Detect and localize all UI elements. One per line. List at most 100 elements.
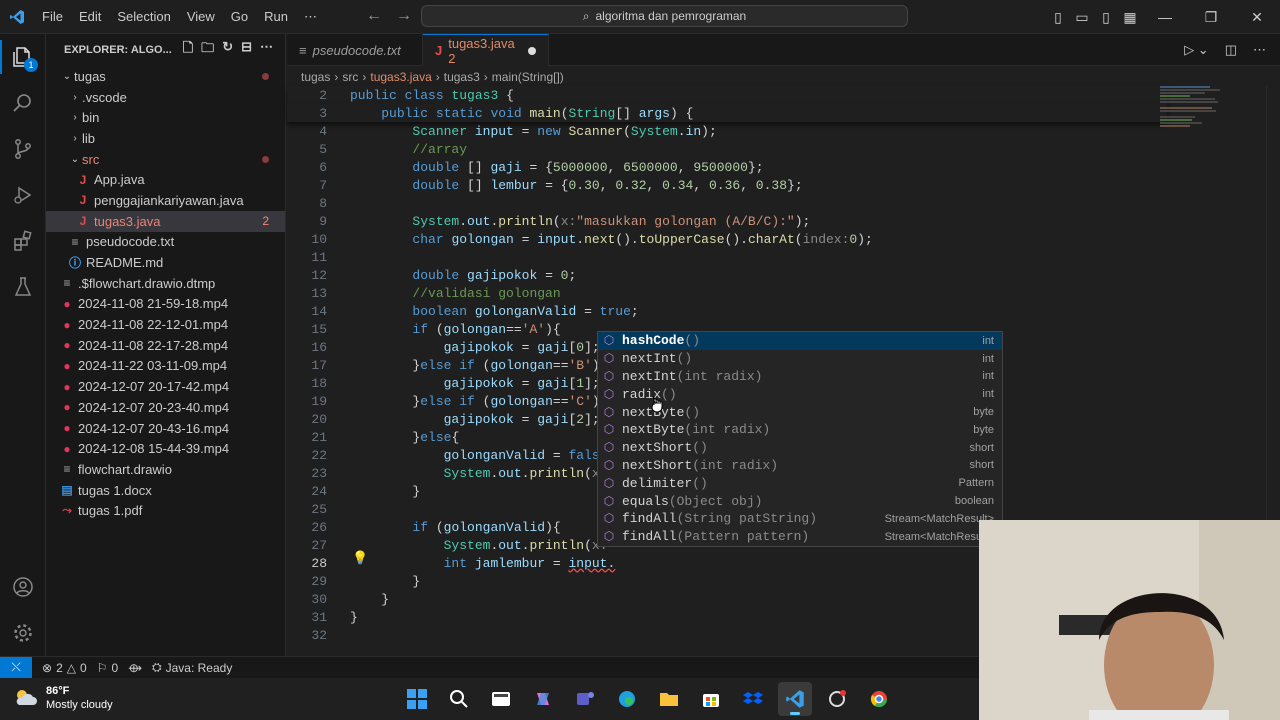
tree-item[interactable]: ● 2024-12-07 20-17-42.mp4 (46, 376, 285, 397)
tree-item[interactable]: ● 2024-11-08 21-59-18.mp4 (46, 294, 285, 315)
tree-item[interactable]: ≡ .$flowchart.drawio.dtmp (46, 273, 285, 294)
toggle-secondary-sidebar-icon[interactable]: ▯ (1094, 9, 1118, 26)
taskbar-search-icon[interactable] (442, 682, 476, 716)
tree-item[interactable]: › bin (46, 107, 285, 128)
code-line[interactable]: 8 (287, 194, 1167, 212)
code-line[interactable]: 10 char golongan = input.next().toUpperC… (287, 230, 1167, 248)
tree-item[interactable]: J App.java (46, 169, 285, 190)
back-arrow-icon[interactable]: ← (366, 7, 382, 25)
refresh-icon[interactable]: ↻ (222, 39, 233, 61)
tree-item[interactable]: ⌄ src (46, 149, 285, 170)
code-line[interactable]: 3 public static void main(String[] args)… (287, 104, 1167, 122)
chrome-icon[interactable] (862, 682, 896, 716)
app-icon[interactable] (820, 682, 854, 716)
restore-icon[interactable]: ❐ (1188, 9, 1234, 26)
code-line[interactable]: 14 boolean golonganValid = true; (287, 302, 1167, 320)
weather-widget[interactable]: 86°F Mostly cloudy (14, 684, 113, 712)
customize-layout-icon[interactable]: ▦ (1118, 9, 1142, 26)
suggestion-item[interactable]: ⬡ nextShort (int radix) short (598, 457, 1002, 475)
unsaved-dot-icon[interactable] (528, 46, 536, 55)
code-line[interactable]: 12 double gajipokok = 0; (287, 266, 1167, 284)
suggestion-item[interactable]: ⬡ nextByte (int radix) byte (598, 421, 1002, 439)
run-debug-icon[interactable] (0, 172, 46, 218)
suggestion-item[interactable]: ⬡ findAll (String patString) Stream<MatchRe… (598, 510, 1002, 528)
tree-item[interactable]: ≡ pseudocode.txt (46, 232, 285, 253)
tree-item[interactable]: ● 2024-12-08 15-44-39.mp4 (46, 438, 285, 459)
java-status[interactable]: ⛭ Java: Ready (152, 660, 232, 675)
minimize-icon[interactable]: — (1142, 9, 1188, 25)
suggestion-item[interactable]: ⬡ delimiter() Pattern (598, 474, 1002, 492)
explorer-icon[interactable]: 1 (0, 34, 46, 80)
suggestion-item[interactable]: ⬡ nextInt() int (598, 350, 1002, 368)
suggestion-item[interactable]: ⬡ findAll (Pattern pattern) Stream<MatchRes… (598, 528, 1002, 546)
menu-item[interactable]: Selection (109, 0, 178, 34)
close-icon[interactable]: ✕ (1234, 9, 1280, 26)
teams-icon[interactable] (568, 682, 602, 716)
breadcrumb-item[interactable]: tugas3.java (370, 70, 431, 84)
new-folder-icon[interactable]: 🗀 (201, 39, 214, 61)
more-actions-icon[interactable]: ⋯ (1253, 42, 1266, 58)
menu-item[interactable]: Edit (71, 0, 109, 34)
dropbox-icon[interactable] (736, 682, 770, 716)
vscode-taskbar-icon[interactable] (778, 682, 812, 716)
tree-item[interactable]: ● 2024-11-22 03-11-09.mp4 (46, 356, 285, 377)
store-icon[interactable] (694, 682, 728, 716)
breadcrumb-item[interactable]: tugas3 (444, 70, 480, 84)
code-line[interactable]: 2 public class tugas3 { (287, 86, 1167, 104)
tree-item[interactable]: ● 2024-12-07 20-43-16.mp4 (46, 418, 285, 439)
code-line[interactable]: 13 //validasi golongan (287, 284, 1167, 302)
remote-indicator-icon[interactable]: ⤬ (0, 656, 32, 679)
menu-item[interactable]: File (34, 0, 71, 34)
suggestion-item[interactable]: ⬡ equals (Object obj) boolean (598, 492, 1002, 510)
command-center-search[interactable]: ⌕ algoritma dan pemrograman (421, 5, 908, 27)
breadcrumb-item[interactable]: tugas (301, 70, 330, 84)
breadcrumb-item[interactable]: main(String[]) (492, 70, 564, 84)
menu-item[interactable]: Go (223, 0, 256, 34)
extensions-icon[interactable] (0, 218, 46, 264)
suggestion-item[interactable]: ⬡ nextShort() short (598, 439, 1002, 457)
start-icon[interactable] (400, 682, 434, 716)
tree-item[interactable]: ● 2024-11-08 22-17-28.mp4 (46, 335, 285, 356)
run-icon[interactable]: ▷ ⌄ (1184, 42, 1209, 58)
tree-item[interactable]: ⤳ tugas 1.pdf (46, 500, 285, 521)
task-view-icon[interactable] (484, 682, 518, 716)
code-line[interactable]: 9 System.out.println(x:"masukkan golonga… (287, 212, 1167, 230)
file-explorer-icon[interactable] (652, 682, 686, 716)
menu-item[interactable]: ⋯ (296, 0, 325, 34)
collapse-all-icon[interactable]: ⊟ (241, 39, 252, 61)
copilot-icon[interactable] (526, 682, 560, 716)
tree-item[interactable]: ⌄ tugas (46, 66, 285, 87)
code-line[interactable]: 4 Scanner input = new Scanner(System.in)… (287, 122, 1167, 140)
autocomplete-suggestions[interactable]: ⬡ hashCode() int ⬡ nextInt() int ⬡ nextInt (int … (597, 331, 1003, 547)
tree-item[interactable]: ⓘ README.md (46, 252, 285, 273)
tab-tugas3[interactable]: J tugas3.java 2 (423, 34, 549, 66)
tree-item[interactable]: Jpenggajiankariyawan.java (46, 190, 285, 211)
tree-item[interactable]: ▤ tugas 1.docx (46, 480, 285, 501)
suggestion-item[interactable]: ⬡ nextInt (int radix) int (598, 368, 1002, 386)
settings-gear-icon[interactable] (0, 610, 46, 656)
split-editor-icon[interactable]: ◫ (1225, 42, 1237, 58)
breadcrumb-item[interactable]: src (342, 70, 358, 84)
more-actions-icon[interactable]: ⋯ (260, 39, 273, 61)
forward-arrow-icon[interactable]: → (396, 7, 412, 25)
debug-indicator-icon[interactable]: ⟴ (128, 661, 142, 675)
code-line[interactable]: 7 double [] lembur = {0.30, 0.32, 0.34, … (287, 176, 1167, 194)
ports-indicator[interactable]: ⚐ 0 (97, 661, 118, 675)
code-line[interactable]: 5 //array (287, 140, 1167, 158)
tree-item[interactable]: › lib (46, 128, 285, 149)
menu-item[interactable]: Run (256, 0, 296, 34)
code-line[interactable]: 6 double [] gaji = {5000000, 6500000, 95… (287, 158, 1167, 176)
search-view-icon[interactable] (0, 80, 46, 126)
account-icon[interactable] (0, 564, 46, 610)
code-line[interactable]: 11 (287, 248, 1167, 266)
tree-item[interactable]: › .vscode (46, 87, 285, 108)
toggle-panel-icon[interactable]: ▭ (1070, 9, 1094, 26)
tab-pseudocode[interactable]: ≡ pseudocode.txt (287, 34, 423, 66)
edge-icon[interactable] (610, 682, 644, 716)
problems-indicator[interactable]: ⊗ 2 △ 0 (42, 661, 87, 675)
menu-item[interactable]: View (179, 0, 223, 34)
tree-item[interactable]: ≡ flowchart.drawio (46, 459, 285, 480)
toggle-sidebar-icon[interactable]: ▯ (1046, 9, 1070, 26)
lightbulb-icon[interactable]: 💡 (352, 550, 368, 566)
tree-item[interactable]: ● 2024-12-07 20-23-40.mp4 (46, 397, 285, 418)
